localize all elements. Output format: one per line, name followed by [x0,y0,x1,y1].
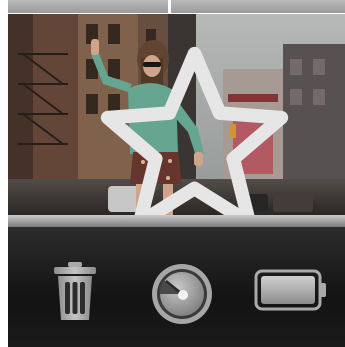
preview-separator-bar [8,215,345,227]
top-status-strip [8,0,345,13]
gear-icon[interactable] [303,34,345,82]
video-preview[interactable] [8,14,345,215]
trash-icon[interactable] [52,262,98,320]
battery-icon [254,268,328,312]
camera-app [0,0,345,347]
top-strip-divider [168,0,171,13]
record-dial-icon[interactable] [150,262,214,326]
star-outline-icon[interactable] [26,40,289,215]
